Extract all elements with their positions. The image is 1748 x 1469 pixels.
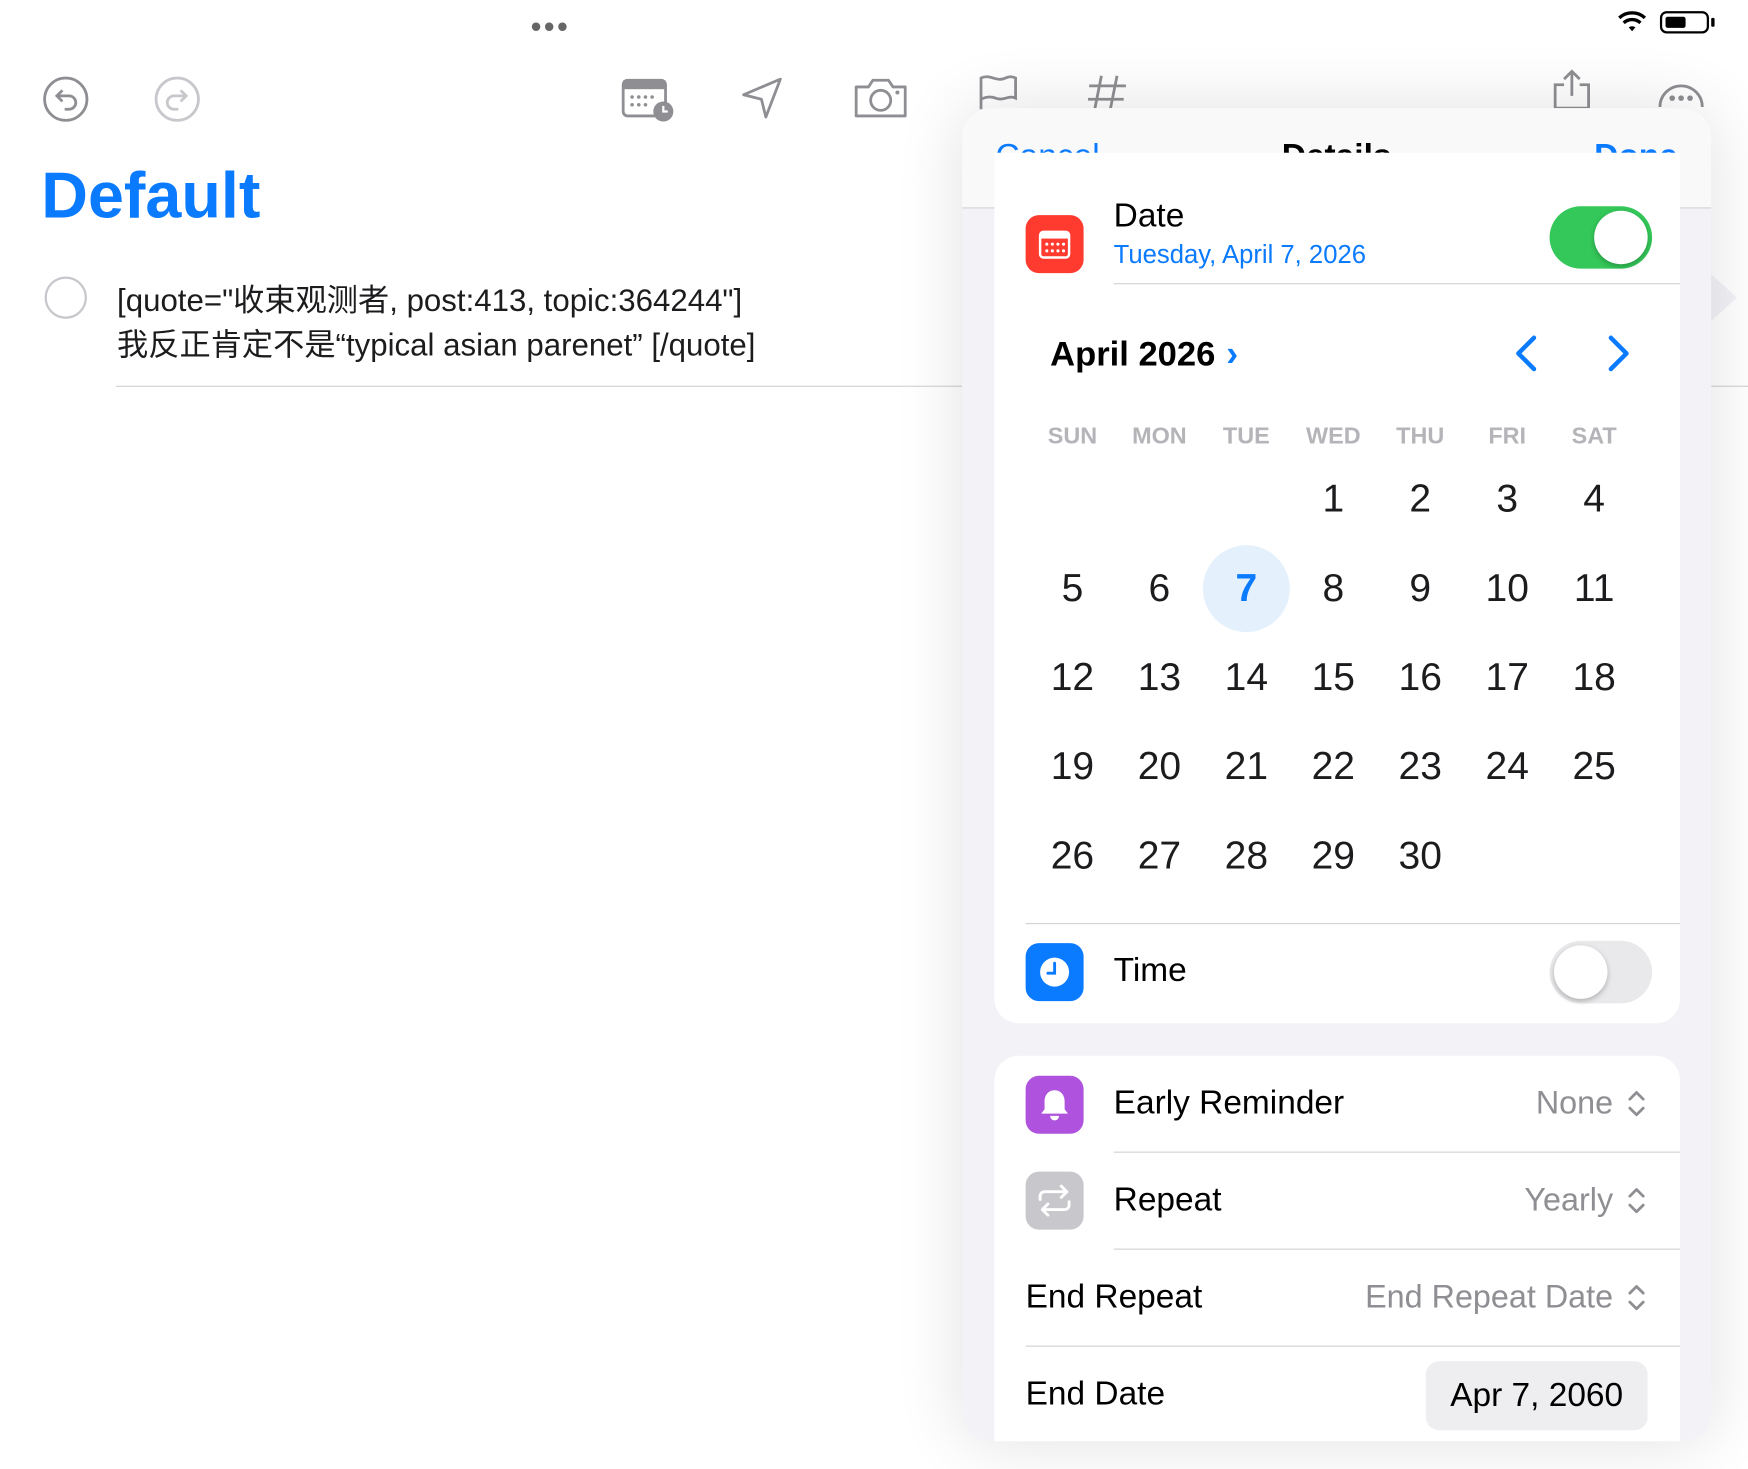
day-19[interactable]: 19: [1029, 724, 1116, 811]
day-4[interactable]: 4: [1551, 456, 1638, 543]
multitasking-dots-icon[interactable]: •••: [531, 9, 570, 45]
camera-icon[interactable]: [853, 76, 909, 121]
day-13[interactable]: 13: [1116, 634, 1203, 721]
day-23[interactable]: 23: [1377, 724, 1464, 811]
chevron-up-down-icon: [1625, 1184, 1647, 1223]
share-icon[interactable]: [1551, 69, 1593, 110]
day-9[interactable]: 9: [1377, 545, 1464, 632]
calendar-clock-icon[interactable]: [621, 76, 677, 125]
details-popover: Cancel Details Done Date Tuesday, April …: [962, 108, 1712, 1442]
end-repeat-separator: [1025, 1345, 1681, 1347]
weekday-fri: FRI: [1488, 423, 1527, 450]
day-6[interactable]: 6: [1116, 545, 1203, 632]
reminder-separator: [1113, 1151, 1681, 1153]
weekday-tue: TUE: [1222, 423, 1270, 450]
time-row-separator: [1025, 923, 1681, 925]
list-title: Default: [41, 159, 261, 232]
repeat-separator: [1113, 1248, 1681, 1250]
bell-icon: [1025, 1075, 1084, 1134]
popover-arrow: [1710, 273, 1737, 323]
day-30[interactable]: 30: [1377, 813, 1464, 900]
date-time-card: Date Tuesday, April 7, 2026 April 2026 ›…: [994, 152, 1681, 1024]
more-icon[interactable]: [1658, 76, 1705, 109]
task-text[interactable]: [quote="收束观测者, post:413, topic:364244"] …: [117, 279, 897, 368]
day-15[interactable]: 15: [1290, 634, 1377, 721]
redo-icon[interactable]: [154, 76, 201, 123]
end-repeat-label: End Repeat: [1025, 1278, 1203, 1316]
day-29[interactable]: 29: [1290, 813, 1377, 900]
chevron-right-icon[interactable]: ›: [1226, 333, 1238, 374]
day-25[interactable]: 25: [1551, 724, 1638, 811]
day-21[interactable]: 21: [1203, 724, 1290, 811]
weekday-sun: SUN: [1047, 423, 1098, 450]
weekday-wed: WED: [1305, 423, 1361, 450]
date-toggle-knob: [1594, 210, 1648, 265]
day-17[interactable]: 17: [1464, 634, 1551, 721]
early-reminder-label: Early Reminder: [1113, 1084, 1345, 1122]
end-repeat-value: End Repeat Date: [1365, 1279, 1614, 1316]
time-toggle[interactable]: [1549, 940, 1653, 1004]
end-date-label: End Date: [1025, 1375, 1166, 1413]
chevron-up-down-icon: [1625, 1087, 1647, 1126]
early-reminder-value: None: [1535, 1085, 1614, 1122]
undo-icon[interactable]: [42, 76, 89, 123]
weekday-thu: THU: [1396, 423, 1445, 450]
time-label: Time: [1113, 952, 1187, 989]
status-bar: [1618, 11, 1715, 34]
task-separator: [115, 385, 964, 387]
battery-cap: [1711, 17, 1715, 27]
day-11[interactable]: 11: [1551, 545, 1638, 632]
tag-icon[interactable]: [1086, 74, 1128, 112]
day-7[interactable]: 7: [1202, 545, 1290, 633]
day-28[interactable]: 28: [1203, 813, 1290, 900]
day-24[interactable]: 24: [1464, 724, 1551, 811]
date-value: Tuesday, April 7, 2026: [1113, 239, 1366, 269]
date-row-separator: [1113, 283, 1681, 285]
repeat-value: Yearly: [1524, 1182, 1614, 1219]
wifi-icon: [1618, 11, 1647, 32]
date-label: Date: [1113, 197, 1185, 235]
month-year-button[interactable]: April 2026: [1050, 334, 1215, 374]
day-2[interactable]: 2: [1377, 456, 1464, 543]
day-20[interactable]: 20: [1116, 724, 1203, 811]
day-5[interactable]: 5: [1029, 545, 1116, 632]
day-8[interactable]: 8: [1290, 545, 1377, 632]
weekday-mon: MON: [1132, 423, 1187, 450]
battery-icon: [1659, 11, 1709, 34]
day-22[interactable]: 22: [1290, 724, 1377, 811]
task-text-line-1: [quote="收束观测者, post:413, topic:364244"]: [117, 283, 743, 318]
task-separator-right: [1711, 385, 1748, 387]
chevron-left-icon: [1516, 335, 1537, 372]
calendar-icon: [1025, 215, 1084, 274]
day-14[interactable]: 14: [1203, 634, 1290, 721]
day-10[interactable]: 10: [1464, 545, 1551, 632]
previous-month-button[interactable]: [1509, 331, 1542, 381]
day-12[interactable]: 12: [1029, 634, 1116, 721]
location-icon[interactable]: [740, 76, 785, 121]
task-text-line-2: 我反正肯定不是“typical asian parenet” [/quote]: [117, 327, 756, 363]
screen: ••• Default [quote="收束观测者, post:413, top…: [0, 0, 1748, 1469]
clock-icon: [1025, 943, 1084, 1002]
day-3[interactable]: 3: [1464, 456, 1551, 543]
time-toggle-knob: [1554, 945, 1608, 999]
end-date-picker-button[interactable]: Apr 7, 2060: [1425, 1361, 1648, 1431]
repeat-label: Repeat: [1113, 1181, 1222, 1219]
repeat-icon: [1025, 1171, 1084, 1230]
day-27[interactable]: 27: [1116, 813, 1203, 900]
task-complete-checkbox[interactable]: [44, 276, 87, 319]
day-18[interactable]: 18: [1551, 634, 1638, 721]
next-month-button[interactable]: [1602, 331, 1635, 381]
weekday-sat: SAT: [1571, 423, 1617, 450]
chevron-up-down-icon: [1625, 1281, 1647, 1320]
flag-icon[interactable]: [977, 74, 1022, 112]
day-16[interactable]: 16: [1377, 634, 1464, 721]
repeat-card: Early Reminder None Repeat Yearly End Re…: [994, 1055, 1681, 1442]
date-toggle[interactable]: [1549, 206, 1653, 269]
day-26[interactable]: 26: [1029, 813, 1116, 900]
chevron-right-icon: [1608, 335, 1629, 372]
day-1[interactable]: 1: [1290, 456, 1377, 543]
